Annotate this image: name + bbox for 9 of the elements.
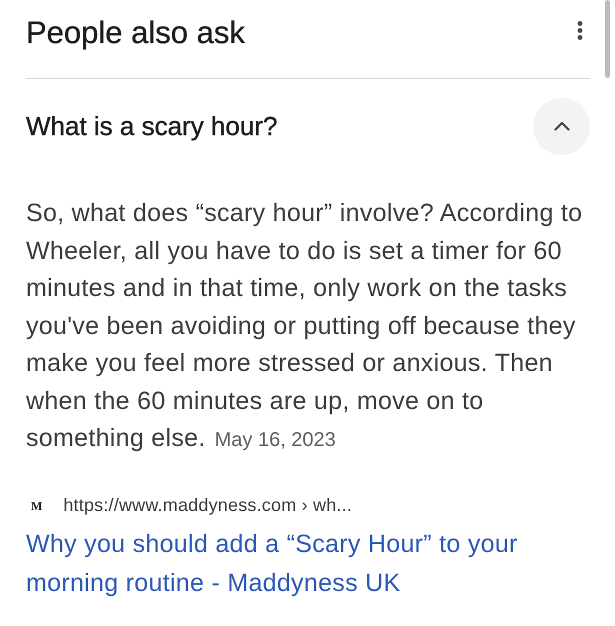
- section-title: People also ask: [26, 15, 245, 51]
- answer-text: So, what does “scary hour” involve? According to Wheeler, all you have to do is set a timer for 60 minutes and in that time, only work on the tasks you've been avoiding or putting off because they make you feel more stressed or anxious. Then when the 60 minutes are up, move on to something else. May 16, 2023: [26, 198, 584, 454]
- source-url[interactable]: https://www.maddyness.com › wh...: [63, 495, 352, 516]
- chevron-icon: [554, 121, 570, 131]
- question-text[interactable]: What is a scary hour?: [26, 110, 278, 142]
- site-logo: M: [31, 500, 42, 512]
- scrollbar-thumb[interactable]: [605, 0, 610, 78]
- result-title-link[interactable]: Why you should add a “Scary Hour” to your morning routine - Maddyness UK: [26, 524, 590, 602]
- more-options-icon[interactable]: [577, 21, 583, 40]
